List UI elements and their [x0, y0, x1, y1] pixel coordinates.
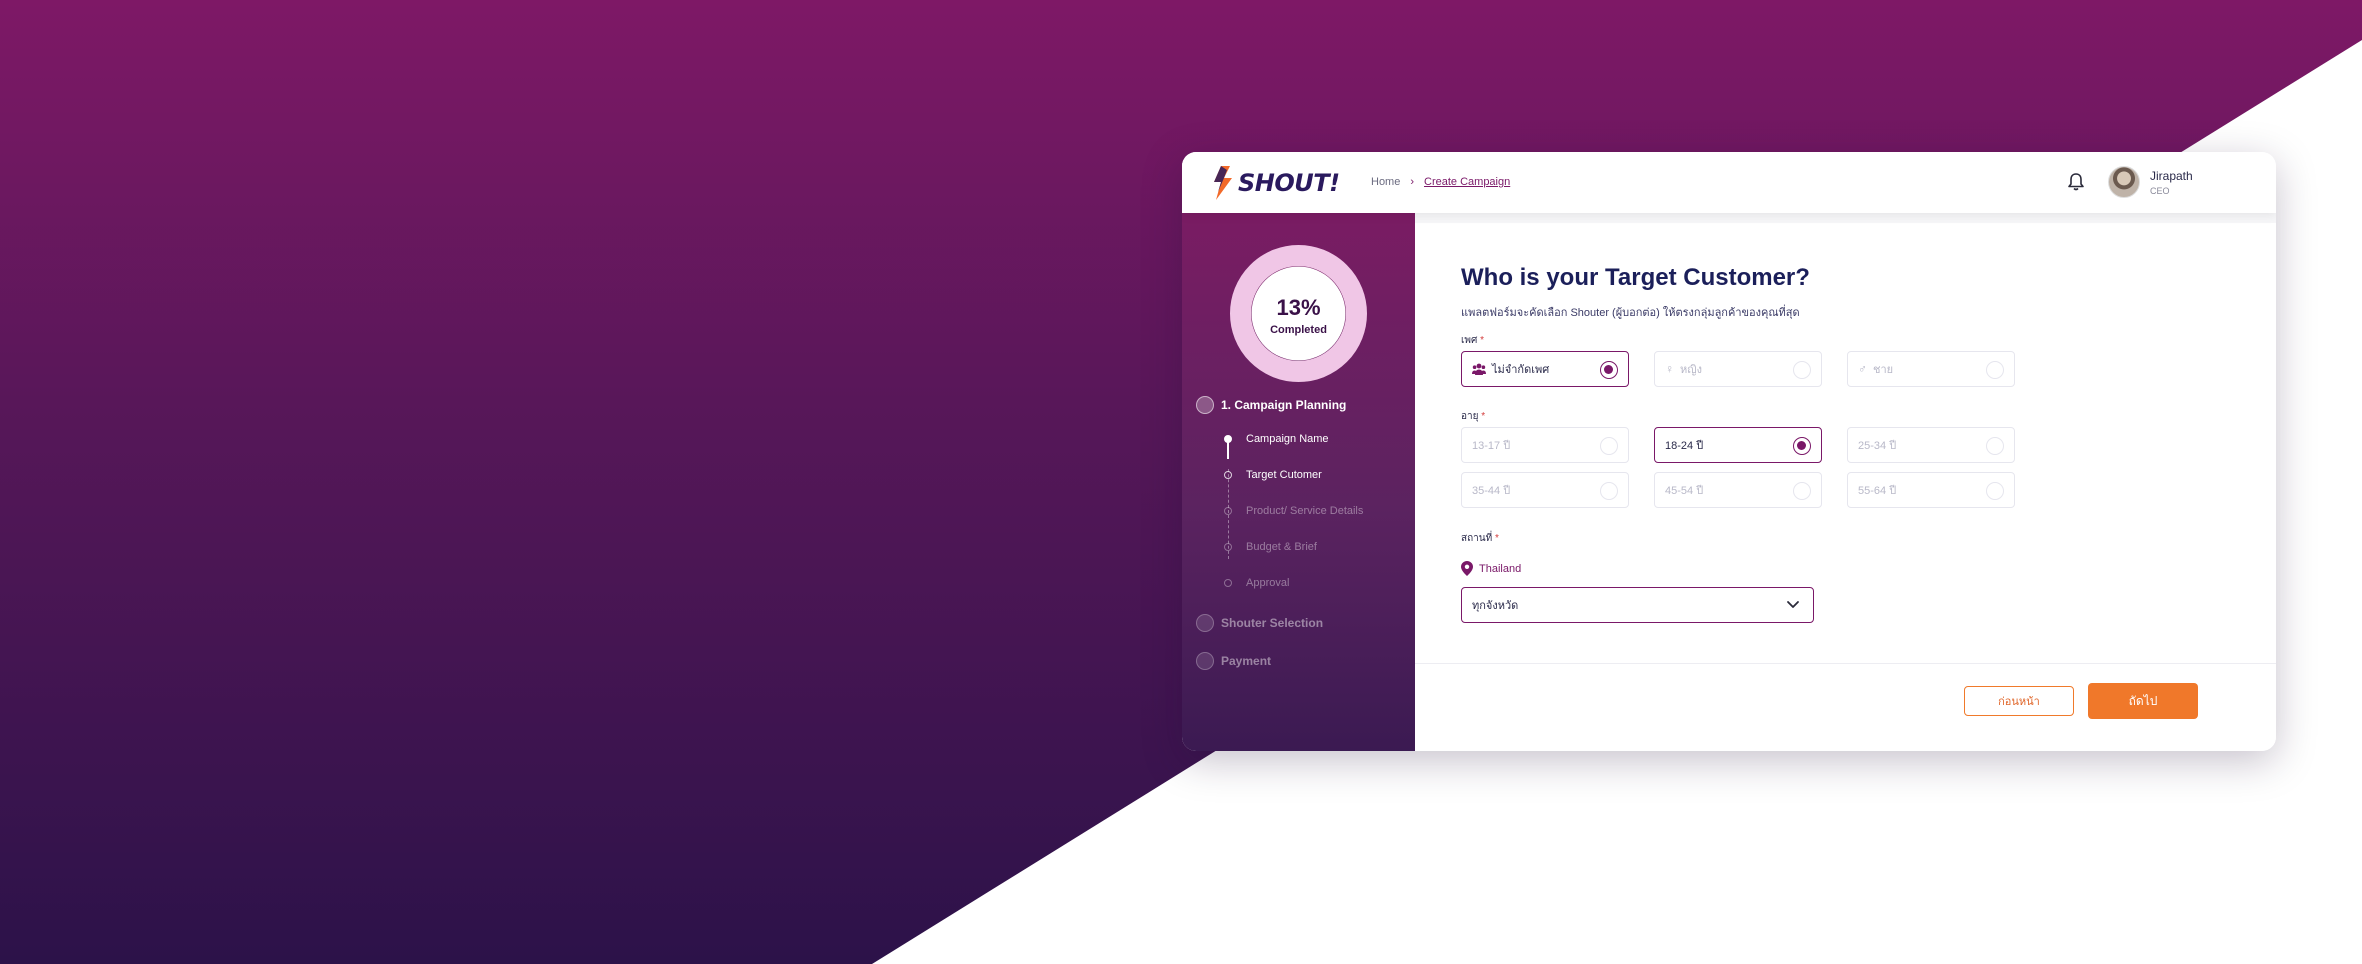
page-subtitle: แพลตฟอร์มจะคัดเลือก Shouter (ผู้บอกต่อ) …: [1461, 307, 1800, 319]
female-icon: ♀: [1665, 362, 1674, 376]
top-navbar: SHOUT! Home › Create Campaign Jirapath C…: [1182, 152, 2276, 213]
substep-target-customer[interactable]: Target Cutomer: [1246, 469, 1322, 481]
age-label: อายุ *: [1461, 409, 1485, 424]
gender-option-label: ไม่จำกัดเพศ: [1492, 364, 1550, 376]
age-option-55-64[interactable]: 55-64 ปี: [1847, 472, 2015, 508]
age-option-25-34[interactable]: 25-34 ปี: [1847, 427, 2015, 463]
age-option-13-17[interactable]: 13-17 ปี: [1461, 427, 1629, 463]
age-option-18-24[interactable]: 18-24 ปี: [1654, 427, 1822, 463]
location-pin-icon: [1461, 561, 1473, 576]
user-name: Jirapath: [2150, 169, 2193, 183]
step-indicator: [1196, 614, 1214, 632]
substep-dot: [1224, 543, 1232, 551]
radio-button[interactable]: [1986, 361, 2004, 379]
age-option-label: 35-44 ปี: [1472, 485, 1511, 497]
form-panel: Who is your Target Customer? แพลตฟอร์มจะ…: [1415, 223, 2276, 751]
male-icon: ♂: [1858, 362, 1867, 376]
gender-label: เพศ *: [1461, 333, 1484, 348]
gender-option-male[interactable]: ♂ ชาย: [1847, 351, 2015, 387]
next-button[interactable]: ถัดไป: [2088, 683, 2198, 719]
bell-icon[interactable]: [2066, 172, 2086, 192]
substep-dot: [1224, 579, 1232, 587]
substep-dot: [1224, 471, 1232, 479]
radio-button[interactable]: [1986, 437, 2004, 455]
progress-completed-label: Completed: [1270, 324, 1327, 336]
substep-budget-brief[interactable]: Budget & Brief: [1246, 541, 1317, 553]
radio-button[interactable]: [1793, 437, 1811, 455]
age-option-label: 55-64 ปี: [1858, 485, 1897, 497]
location-country: Thailand: [1461, 561, 1521, 576]
gender-option-any[interactable]: ไม่จำกัดเพศ: [1461, 351, 1629, 387]
province-select[interactable]: ทุกจังหวัด: [1461, 587, 1814, 623]
age-option-label: 25-34 ปี: [1858, 440, 1897, 452]
step-label: Shouter Selection: [1221, 616, 1324, 630]
radio-button[interactable]: [1793, 482, 1811, 500]
radio-button[interactable]: [1600, 361, 1618, 379]
step-shouter-selection[interactable]: Shouter Selection: [1196, 614, 1323, 632]
required-marker: *: [1481, 411, 1486, 422]
radio-button[interactable]: [1793, 361, 1811, 379]
step-indicator: [1196, 396, 1214, 414]
footer-divider: [1415, 663, 2276, 664]
logo-text: SHOUT!: [1238, 169, 1340, 197]
age-option-label: 45-54 ปี: [1665, 485, 1704, 497]
chevron-right-icon: ›: [1410, 176, 1415, 188]
age-option-45-54[interactable]: 45-54 ปี: [1654, 472, 1822, 508]
previous-button[interactable]: ก่อนหน้า: [1964, 686, 2074, 716]
age-option-label: 13-17 ปี: [1472, 440, 1511, 452]
page-title: Who is your Target Customer?: [1461, 264, 1810, 291]
gender-label-text: เพศ: [1461, 335, 1478, 346]
shout-logo-icon: [1214, 166, 1232, 200]
gender-option-label: ชาย: [1873, 364, 1894, 376]
step-label: Payment: [1221, 654, 1272, 668]
radio-button[interactable]: [1986, 482, 2004, 500]
step-campaign-planning[interactable]: 1. Campaign Planning: [1196, 396, 1346, 414]
country-name: Thailand: [1479, 562, 1522, 575]
age-option-label: 18-24 ปี: [1665, 440, 1704, 452]
substep-dot: [1224, 435, 1232, 443]
radio-button[interactable]: [1600, 482, 1618, 500]
users-icon: [1472, 363, 1486, 375]
substep-campaign-name[interactable]: Campaign Name: [1246, 433, 1329, 445]
substep-connector: [1227, 441, 1229, 459]
required-marker: *: [1480, 335, 1485, 346]
age-option-35-44[interactable]: 35-44 ปี: [1461, 472, 1629, 508]
location-label-text: สถานที่: [1461, 533, 1493, 544]
breadcrumb-home-link[interactable]: Home: [1371, 176, 1400, 188]
breadcrumb: Home › Create Campaign: [1371, 176, 1510, 188]
substep-approval[interactable]: Approval: [1246, 577, 1289, 589]
avatar[interactable]: [2108, 166, 2140, 198]
gender-option-female[interactable]: ♀ หญิง: [1654, 351, 1822, 387]
step-label: 1. Campaign Planning: [1221, 398, 1347, 412]
main-content: Who is your Target Customer? แพลตฟอร์มจะ…: [1415, 213, 2276, 751]
location-label: สถานที่ *: [1461, 531, 1499, 546]
province-select-value: ทุกจังหวัด: [1472, 600, 1519, 612]
gender-option-label: หญิง: [1680, 364, 1702, 376]
substep-product-details[interactable]: Product/ Service Details: [1246, 505, 1363, 517]
step-indicator: [1196, 652, 1214, 670]
logo[interactable]: SHOUT!: [1212, 166, 1340, 200]
progress-sidebar: 13% Completed 1. Campaign Planning Campa…: [1182, 213, 1415, 751]
required-marker: *: [1494, 533, 1499, 544]
substep-dot: [1224, 507, 1232, 515]
progress-percent: 13%: [1276, 295, 1321, 320]
step-payment[interactable]: Payment: [1196, 652, 1271, 670]
breadcrumb-current-link[interactable]: Create Campaign: [1424, 176, 1510, 188]
user-role: CEO: [2150, 186, 2170, 196]
chevron-down-icon: [1787, 601, 1799, 608]
app-window: SHOUT! Home › Create Campaign Jirapath C…: [1182, 152, 2276, 751]
age-label-text: อายุ: [1461, 411, 1479, 422]
radio-button[interactable]: [1600, 437, 1618, 455]
